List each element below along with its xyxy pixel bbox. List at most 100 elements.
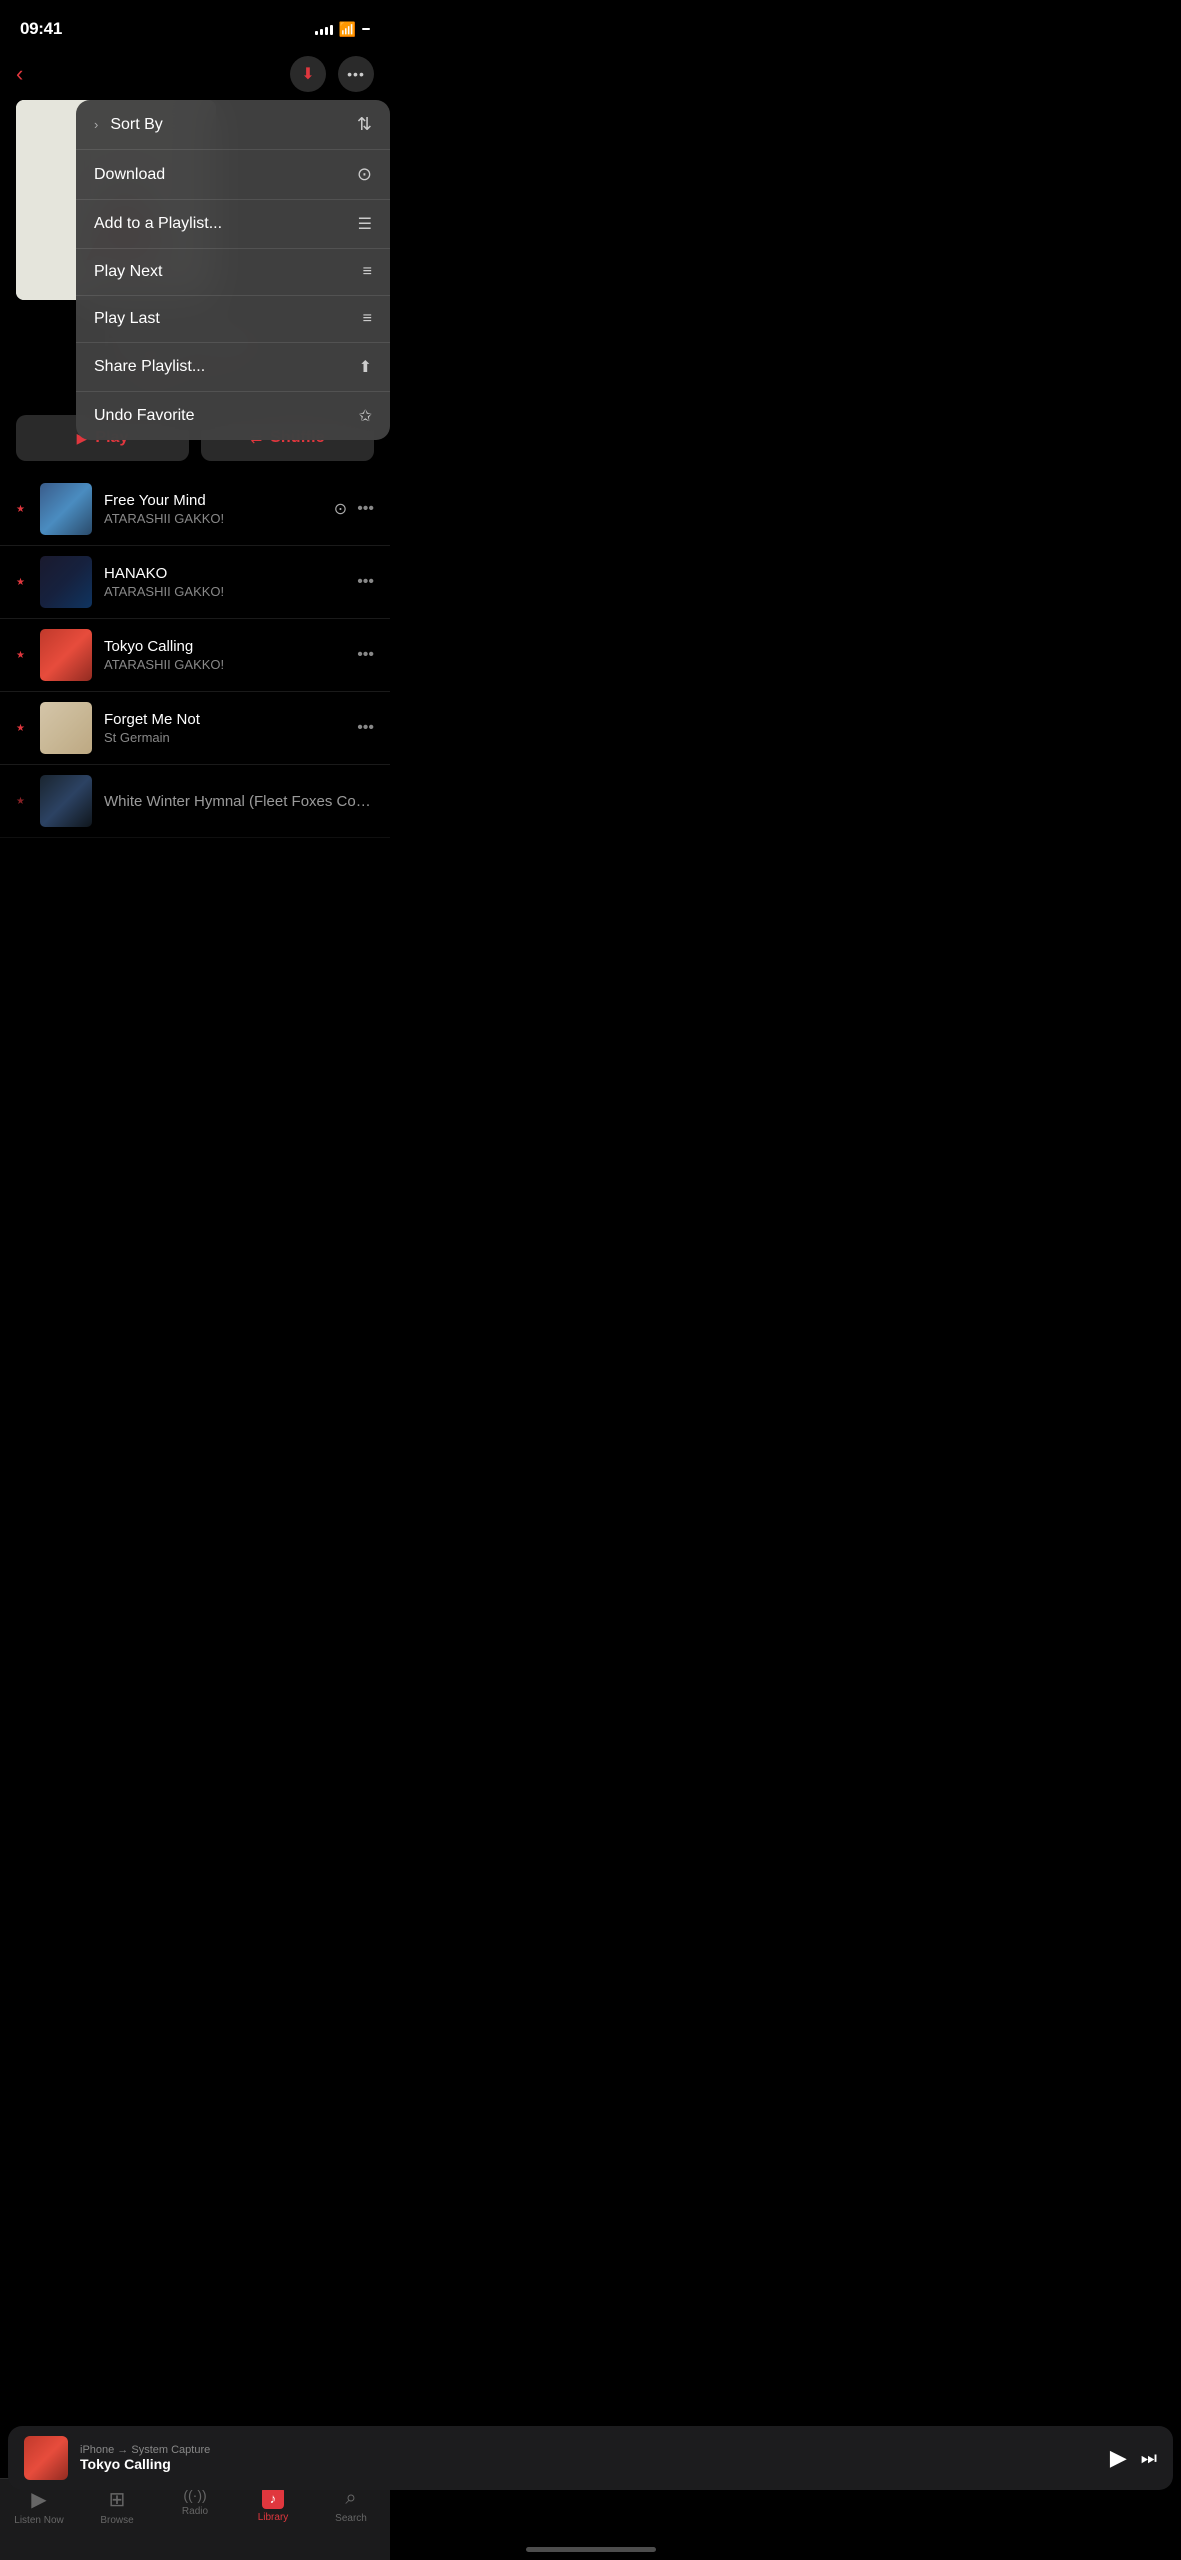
menu-item-sort-by[interactable]: › Sort By ⇅ [76,100,390,150]
menu-item-play-next-label: Play Next [94,263,162,281]
nav-right-buttons: ⬇ ••• [290,56,374,92]
tab-browse-label: Browse [100,2515,133,2526]
more-icon: ••• [347,66,365,82]
song-title: Free Your Mind [104,492,322,509]
song-title: Forget Me Not [104,711,345,728]
mini-player-info: iPhone → System Capture Tokyo Calling [80,2444,1098,2472]
wifi-icon: 📶 [339,21,356,38]
mini-fast-forward-button[interactable]: ⏭ [1141,2448,1157,2469]
song-artist: St Germain [104,730,345,745]
song-artist: ATARASHII GAKKO! [104,584,345,599]
song-more-button[interactable]: ••• [357,719,374,737]
song-thumbnail [40,483,92,535]
song-item[interactable]: ★ White Winter Hymnal (Fleet Foxes Cover… [0,765,390,838]
song-title: White Winter Hymnal (Fleet Foxes Cover) [104,793,374,810]
menu-item-play-last[interactable]: Play Last ≡ [76,296,390,343]
mini-play-button[interactable]: ▶ [1110,2445,1127,2471]
tab-library-label: Library [258,2512,289,2523]
mini-player[interactable]: iPhone → System Capture Tokyo Calling ▶ … [8,2426,1173,2490]
menu-item-play-last-label: Play Last [94,310,160,328]
search-icon: ⌕ [345,2487,356,2510]
song-info: HANAKO ATARASHII GAKKO! [104,565,345,599]
tab-radio-label: Radio [182,2506,208,2517]
song-info: Forget Me Not St Germain [104,711,345,745]
mini-player-title: Tokyo Calling [80,2456,1098,2472]
more-nav-button[interactable]: ••• [338,56,374,92]
play-next-icon: ≡ [363,263,372,281]
song-artist: ATARASHII GAKKO! [104,511,322,526]
signal-icon [315,23,333,35]
mini-player-subtitle: iPhone → System Capture [80,2444,1098,2456]
song-info: White Winter Hymnal (Fleet Foxes Cover) [104,793,374,810]
tab-listen-now[interactable]: ▶ Listen Now [0,2487,78,2526]
song-more-button[interactable]: ••• [357,500,374,518]
song-actions: ••• [357,719,374,737]
share-icon: ⬆ [359,357,372,377]
tab-search-label: Search [335,2513,367,2524]
tab-radio[interactable]: ((·)) Radio [156,2487,234,2517]
favorite-star-icon: ★ [16,577,28,588]
tab-listen-now-label: Listen Now [14,2515,63,2526]
download-icon: ⬇ [301,64,314,84]
browse-icon: ⊞ [109,2487,126,2512]
menu-item-play-next[interactable]: Play Next ≡ [76,249,390,296]
mini-player-thumbnail [24,2436,68,2480]
song-actions: ••• [357,646,374,664]
favorite-star-icon: ★ [16,723,28,734]
header-wrapper: › Sort By ⇅ Download ⊙ Add to a Playlist… [0,100,390,310]
song-list: ★ Free Your Mind ATARASHII GAKKO! ⊙ ••• … [0,473,390,838]
status-icons: 📶 [315,21,370,38]
listen-now-icon: ▶ [31,2487,46,2512]
menu-item-sort-by-label: Sort By [110,116,162,134]
add-playlist-icon: ☰ [358,214,372,234]
song-item[interactable]: ★ Forget Me Not St Germain ••• [0,692,390,765]
status-time: 09:41 [20,19,62,39]
song-thumbnail [40,629,92,681]
tab-browse[interactable]: ⊞ Browse [78,2487,156,2526]
menu-item-add-playlist[interactable]: Add to a Playlist... ☰ [76,200,390,249]
download-status-icon: ⊙ [334,499,347,519]
favorite-star-icon: ★ [16,504,28,515]
status-bar: 09:41 📶 [0,0,390,48]
unfavorite-icon: ✩ [359,406,372,426]
sort-icon: ⇅ [357,114,372,135]
tab-library[interactable]: ♪ Library [234,2487,312,2523]
play-last-icon: ≡ [363,310,372,328]
song-item[interactable]: ★ Tokyo Calling ATARASHII GAKKO! ••• [0,619,390,692]
chevron-icon: › [94,117,98,132]
song-item[interactable]: ★ HANAKO ATARASHII GAKKO! ••• [0,546,390,619]
download-nav-button[interactable]: ⬇ [290,56,326,92]
song-thumbnail [40,775,92,827]
tab-bar: ▶ Listen Now ⊞ Browse ((·)) Radio ♪ Libr… [0,2478,390,2560]
context-menu: › Sort By ⇅ Download ⊙ Add to a Playlist… [76,100,390,440]
song-info: Tokyo Calling ATARASHII GAKKO! [104,638,345,672]
tab-search[interactable]: ⌕ Search [312,2487,390,2524]
menu-item-download[interactable]: Download ⊙ [76,150,390,200]
song-thumbnail [40,556,92,608]
nav-bar: ‹ ⬇ ••• [0,48,390,100]
song-info: Free Your Mind ATARASHII GAKKO! [104,492,322,526]
song-more-button[interactable]: ••• [357,646,374,664]
battery-icon [362,28,370,30]
menu-item-add-playlist-label: Add to a Playlist... [94,215,222,233]
favorite-star-icon: ★ [16,650,28,661]
song-item[interactable]: ★ Free Your Mind ATARASHII GAKKO! ⊙ ••• [0,473,390,546]
song-title: HANAKO [104,565,345,582]
library-icon: ♪ [262,2487,284,2509]
song-thumbnail [40,702,92,754]
menu-item-undo-favorite-label: Undo Favorite [94,407,195,425]
favorite-star-icon: ★ [16,796,28,807]
song-more-button[interactable]: ••• [357,573,374,591]
mini-player-controls: ▶ ⏭ [1110,2445,1157,2471]
song-artist: ATARASHII GAKKO! [104,657,345,672]
back-button[interactable]: ‹ [16,61,23,87]
menu-item-share-playlist[interactable]: Share Playlist... ⬆ [76,343,390,392]
home-indicator [526,2547,656,2552]
menu-item-undo-favorite[interactable]: Undo Favorite ✩ [76,392,390,440]
download-menu-icon: ⊙ [357,164,372,185]
song-actions: ⊙ ••• [334,499,374,519]
menu-item-share-playlist-label: Share Playlist... [94,358,205,376]
song-title: Tokyo Calling [104,638,345,655]
menu-item-download-label: Download [94,166,165,184]
song-actions: ••• [357,573,374,591]
